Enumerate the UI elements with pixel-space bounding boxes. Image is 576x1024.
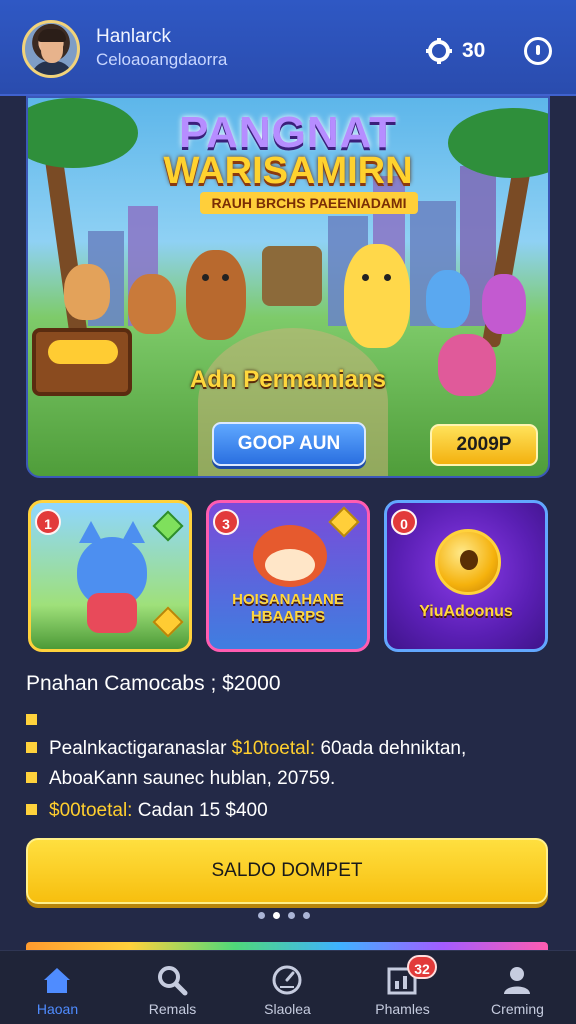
home-icon (44, 968, 70, 993)
lion-character (186, 250, 246, 340)
nav-item-home[interactable]: Haoan (0, 951, 115, 1024)
clock-icon (272, 965, 302, 995)
search-icon (158, 966, 188, 996)
nav-item-schedule[interactable]: Slaolea (230, 951, 345, 1024)
gold-block-icon (152, 606, 184, 638)
user-subtitle: Celoaoangdaorra (96, 50, 228, 69)
promo-banner[interactable]: PANGNAT WARISAMIRN RAUH BRCHS PAEENIADAM… (26, 96, 550, 478)
bullet-icon (26, 714, 37, 725)
gem-icon (328, 506, 360, 538)
card-badge: 1 (35, 509, 61, 535)
pagination-dots[interactable] (258, 912, 310, 919)
page-dot[interactable] (288, 912, 295, 919)
nav-label: Slaolea (264, 1001, 311, 1017)
info-row: Pealnkactigaranaslar $10toetal: 60ada de… (26, 738, 466, 760)
purple-cat-character (482, 274, 526, 334)
game-card-3[interactable]: YiuAdoonus 0 (384, 500, 548, 652)
saldo-dompet-button[interactable]: SALDO DOMPET (26, 838, 548, 904)
coin-count: 30 (462, 39, 486, 62)
info-row: AboaKann saunec hublan, 20759. (26, 768, 335, 790)
game-cards: 1 HOISANAHANE HBAARPS 3 YiuAdoonus 0 (28, 500, 548, 652)
play-button[interactable]: GOOP AUN (212, 422, 366, 466)
game-card-1[interactable]: 1 (28, 500, 192, 652)
dog-character (128, 274, 176, 334)
game-card-2[interactable]: HOISANAHANE HBAARPS 3 (206, 500, 370, 652)
coin-icon (435, 529, 501, 595)
nav-label: Creming (491, 1001, 544, 1017)
bear-character (64, 264, 110, 320)
card-label: HOISANAHANE HBAARPS (232, 591, 344, 625)
card-label: YiuAdoonus (419, 603, 513, 620)
banner-title-sub: WARISAMIRN (163, 150, 413, 192)
avatar[interactable] (22, 20, 80, 78)
card-badge: 0 (391, 509, 417, 535)
page-dot[interactable] (258, 912, 265, 919)
app-header: Hanlarck Celoaoangdaorra 30 (0, 0, 576, 96)
info-title: Pnahan Camocabs ; $2000 (26, 672, 281, 695)
banner-subtitle: Adn Permamians (189, 366, 387, 393)
nav-label: Remals (148, 1001, 197, 1017)
gem-icon (152, 510, 184, 542)
bottom-nav: Haoan Remals Slaolea 32 Phamles Creming (0, 950, 576, 1024)
bullet-icon (26, 742, 37, 753)
info-row: $00toetal: Cadan 15 $400 (26, 800, 268, 822)
bullet-icon (26, 804, 37, 815)
page-dot-active[interactable] (273, 912, 280, 919)
user-name: Hanlarck (96, 26, 171, 47)
blue-cat-character (426, 270, 470, 328)
gear-coin-icon[interactable] (426, 38, 452, 64)
nav-item-search[interactable]: Remals (115, 951, 230, 1024)
nav-item-profile[interactable]: Creming (460, 951, 575, 1024)
profile-icon (504, 967, 530, 994)
nav-label: Haoan (36, 1001, 79, 1017)
nav-item-charts[interactable]: 32 Phamles (345, 951, 460, 1024)
hamster-character (344, 244, 410, 348)
page-dot[interactable] (303, 912, 310, 919)
temple (262, 246, 322, 306)
info-row (26, 710, 49, 732)
card-badge: 3 (213, 509, 239, 535)
alert-icon (536, 45, 540, 55)
notification-badge: 32 (407, 955, 437, 979)
notification-button[interactable] (524, 37, 552, 65)
nav-label: Phamles (375, 1001, 430, 1017)
decorative-strip (26, 942, 548, 950)
price-button[interactable]: 2009P (430, 424, 538, 466)
banner-ribbon: RAUH BRCHS PAEENIADAMI (200, 192, 418, 214)
bullet-icon (26, 772, 37, 783)
